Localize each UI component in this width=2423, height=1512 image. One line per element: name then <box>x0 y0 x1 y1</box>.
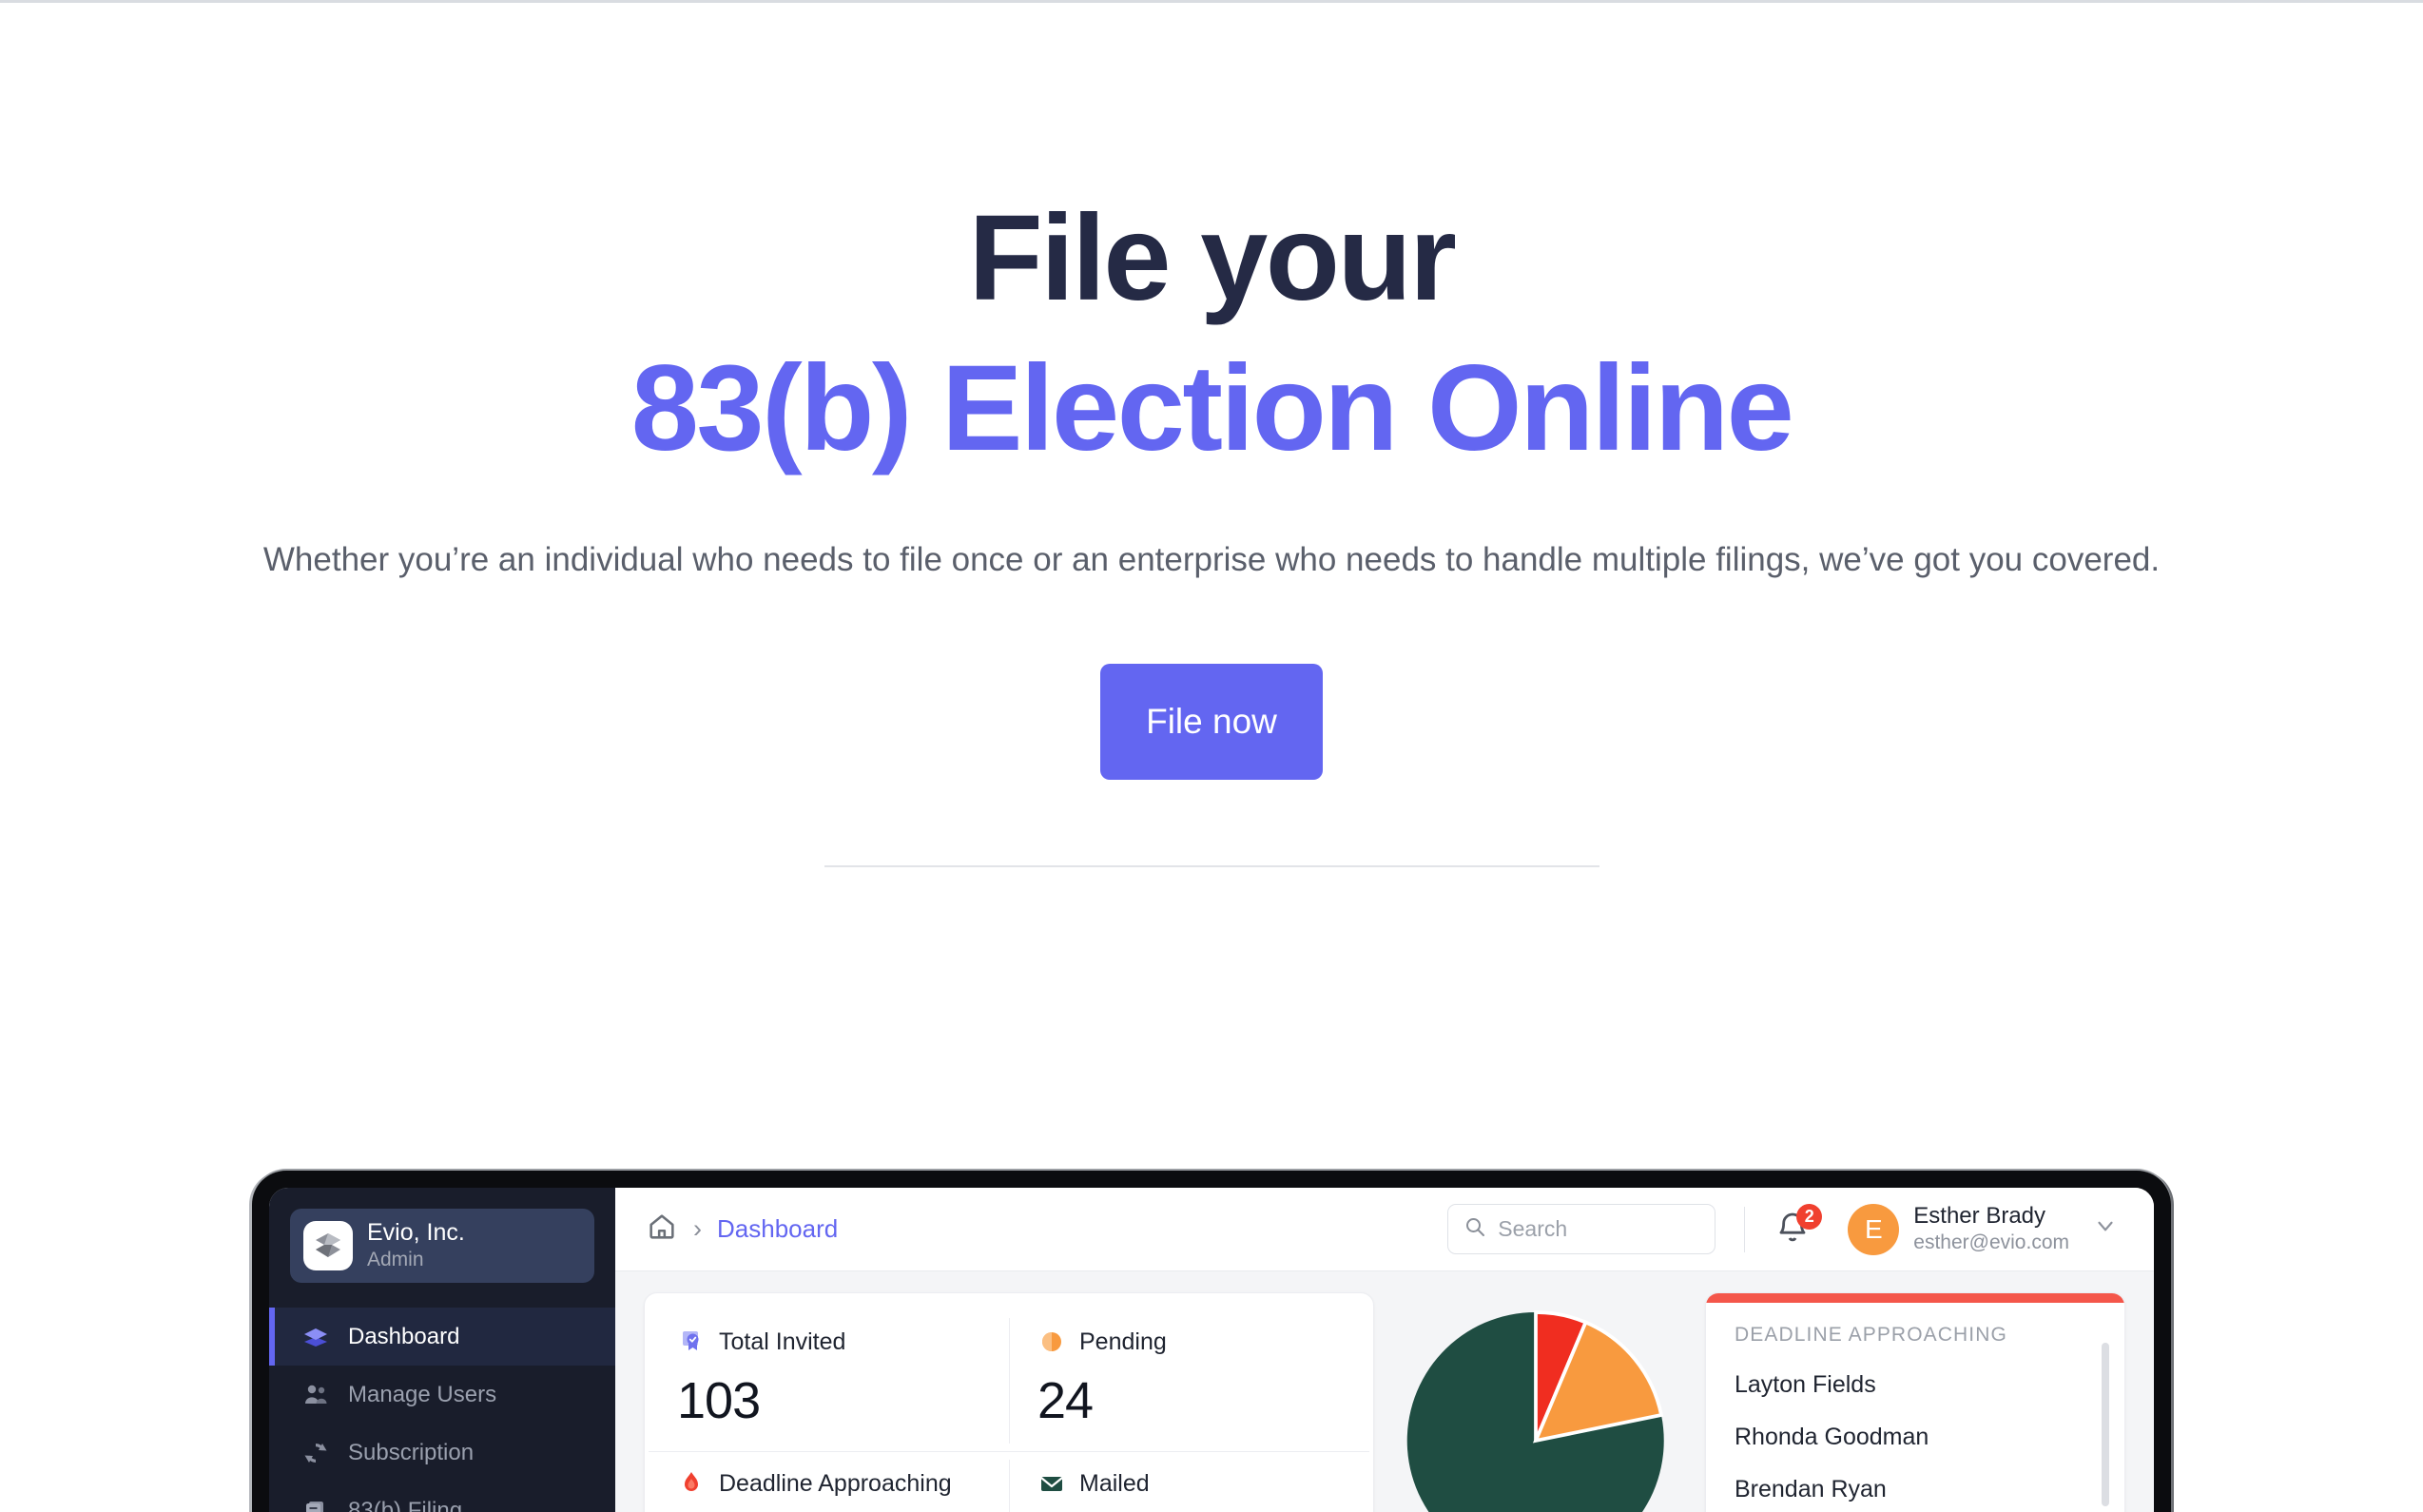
deadline-list-title: DEADLINE APPROACHING <box>1735 1324 2007 1346</box>
stats-card: Total Invited 103 Pending 24 Deadline Ap… <box>644 1292 1374 1512</box>
hero-title-line2: 83(b) Election Online <box>630 340 1794 476</box>
laptop-mockup: Evio, Inc. Admin Dashboard Manage Users … <box>252 1171 2171 1512</box>
hero-subtitle: Whether you’re an individual who needs t… <box>262 541 2161 578</box>
landing-page: File your 83(b) Election Online Whether … <box>0 0 2423 1512</box>
stat-pending: Pending 24 <box>1009 1310 1369 1451</box>
avatar: E <box>1848 1203 1900 1255</box>
flame-icon <box>677 1469 706 1498</box>
breadcrumb-current[interactable]: Dashboard <box>717 1214 838 1244</box>
search-input[interactable] <box>1498 1216 1700 1242</box>
dashboard-body: Total Invited 103 Pending 24 Deadline Ap… <box>615 1271 2154 1512</box>
breadcrumb-separator: › <box>693 1214 702 1243</box>
file-now-button[interactable]: File now <box>1100 663 1323 780</box>
hero-cta-container: File now <box>0 663 2423 780</box>
sidebar-item-label: Dashboard <box>348 1323 460 1349</box>
evio-logo-icon <box>303 1221 353 1270</box>
sidebar-nav: Dashboard Manage Users Subscription 83(b… <box>269 1308 615 1512</box>
sidebar-item-dashboard[interactable]: Dashboard <box>269 1308 615 1366</box>
bell-icon <box>1774 1212 1812 1252</box>
stat-mailed: Mailed <box>1009 1451 1369 1512</box>
stat-deadline-approaching: Deadline Approaching <box>649 1451 1009 1512</box>
search-box[interactable] <box>1447 1204 1716 1254</box>
scrollbar[interactable] <box>2102 1343 2109 1506</box>
search-icon <box>1463 1215 1486 1243</box>
list-item[interactable]: Brendan Ryan <box>1735 1476 2096 1503</box>
list-item[interactable]: Layton Fields <box>1735 1371 2096 1399</box>
refresh-icon <box>301 1439 330 1467</box>
sidebar-item-label: Subscription <box>348 1439 475 1465</box>
status-pie-chart <box>1399 1292 1684 1512</box>
sidebar-item-83b-filing[interactable]: 83(b) Filing <box>269 1482 615 1512</box>
app-screenshot: Evio, Inc. Admin Dashboard Manage Users … <box>269 1188 2154 1512</box>
org-role: Admin <box>367 1248 424 1270</box>
stat-label: Pending <box>1079 1328 1167 1355</box>
user-meta: Esther Brady esther@evio.com <box>1913 1203 2069 1255</box>
notification-badge: 2 <box>1796 1203 1823 1230</box>
org-name: Evio, Inc. <box>367 1218 465 1246</box>
app-main: › Dashboard Search 2 E Esther Brady esth… <box>615 1188 2154 1512</box>
stat-value: 24 <box>1037 1372 1094 1429</box>
user-name: Esther Brady <box>1913 1203 2046 1230</box>
stat-label: Total Invited <box>719 1328 846 1355</box>
stat-total-invited: Total Invited 103 <box>649 1310 1009 1451</box>
badge-check-icon <box>677 1328 706 1356</box>
chart-zone: DEADLINE APPROACHING Layton Fields Rhond… <box>1399 1292 2125 1512</box>
stat-label: Mailed <box>1079 1469 1150 1497</box>
user-email: esther@evio.com <box>1913 1231 2069 1253</box>
hero-title-line1: File your <box>968 190 1457 326</box>
envelope-icon <box>1037 1469 1066 1498</box>
notifications-button[interactable]: 2 <box>1774 1203 1823 1252</box>
stat-value: 103 <box>677 1372 761 1429</box>
hero-section: File your 83(b) Election Online Whether … <box>0 0 2423 867</box>
page-title: File your 83(b) Election Online <box>0 198 2423 470</box>
stat-head: Total Invited <box>677 1328 980 1356</box>
home-icon[interactable] <box>646 1211 678 1248</box>
sidebar-item-label: 83(b) Filing <box>348 1497 463 1512</box>
stat-head: Pending <box>1037 1328 1341 1356</box>
user-menu[interactable]: E Esther Brady esther@evio.com <box>1848 1203 2118 1255</box>
deadline-approaching-card: DEADLINE APPROACHING Layton Fields Rhond… <box>1705 1292 2125 1512</box>
org-meta: Evio, Inc. Admin <box>367 1219 465 1272</box>
sidebar-item-label: Manage Users <box>348 1381 497 1407</box>
stat-label: Deadline Approaching <box>719 1469 952 1497</box>
list-item[interactable]: Rhonda Goodman <box>1735 1424 2096 1451</box>
sidebar-item-manage-users[interactable]: Manage Users <box>269 1366 615 1424</box>
pending-circle-icon <box>1037 1328 1066 1356</box>
sidebar-item-subscription[interactable]: Subscription <box>269 1424 615 1482</box>
app-topbar: › Dashboard Search 2 E Esther Brady esth… <box>615 1188 2154 1271</box>
stat-head: Mailed <box>1037 1469 1341 1498</box>
app-sidebar: Evio, Inc. Admin Dashboard Manage Users … <box>269 1188 615 1512</box>
org-switcher[interactable]: Evio, Inc. Admin <box>290 1209 594 1283</box>
breadcrumb: › Dashboard <box>646 1211 838 1248</box>
layers-icon <box>301 1323 330 1351</box>
document-icon <box>301 1497 330 1512</box>
deadline-list: DEADLINE APPROACHING Layton Fields Rhond… <box>1706 1303 2124 1503</box>
users-icon <box>301 1381 330 1409</box>
card-accent-bar <box>1706 1293 2124 1303</box>
chevron-down-icon[interactable] <box>2093 1213 2118 1245</box>
topbar-divider <box>1744 1206 1746 1252</box>
hero-divider <box>824 864 1599 867</box>
stat-head: Deadline Approaching <box>677 1469 980 1498</box>
